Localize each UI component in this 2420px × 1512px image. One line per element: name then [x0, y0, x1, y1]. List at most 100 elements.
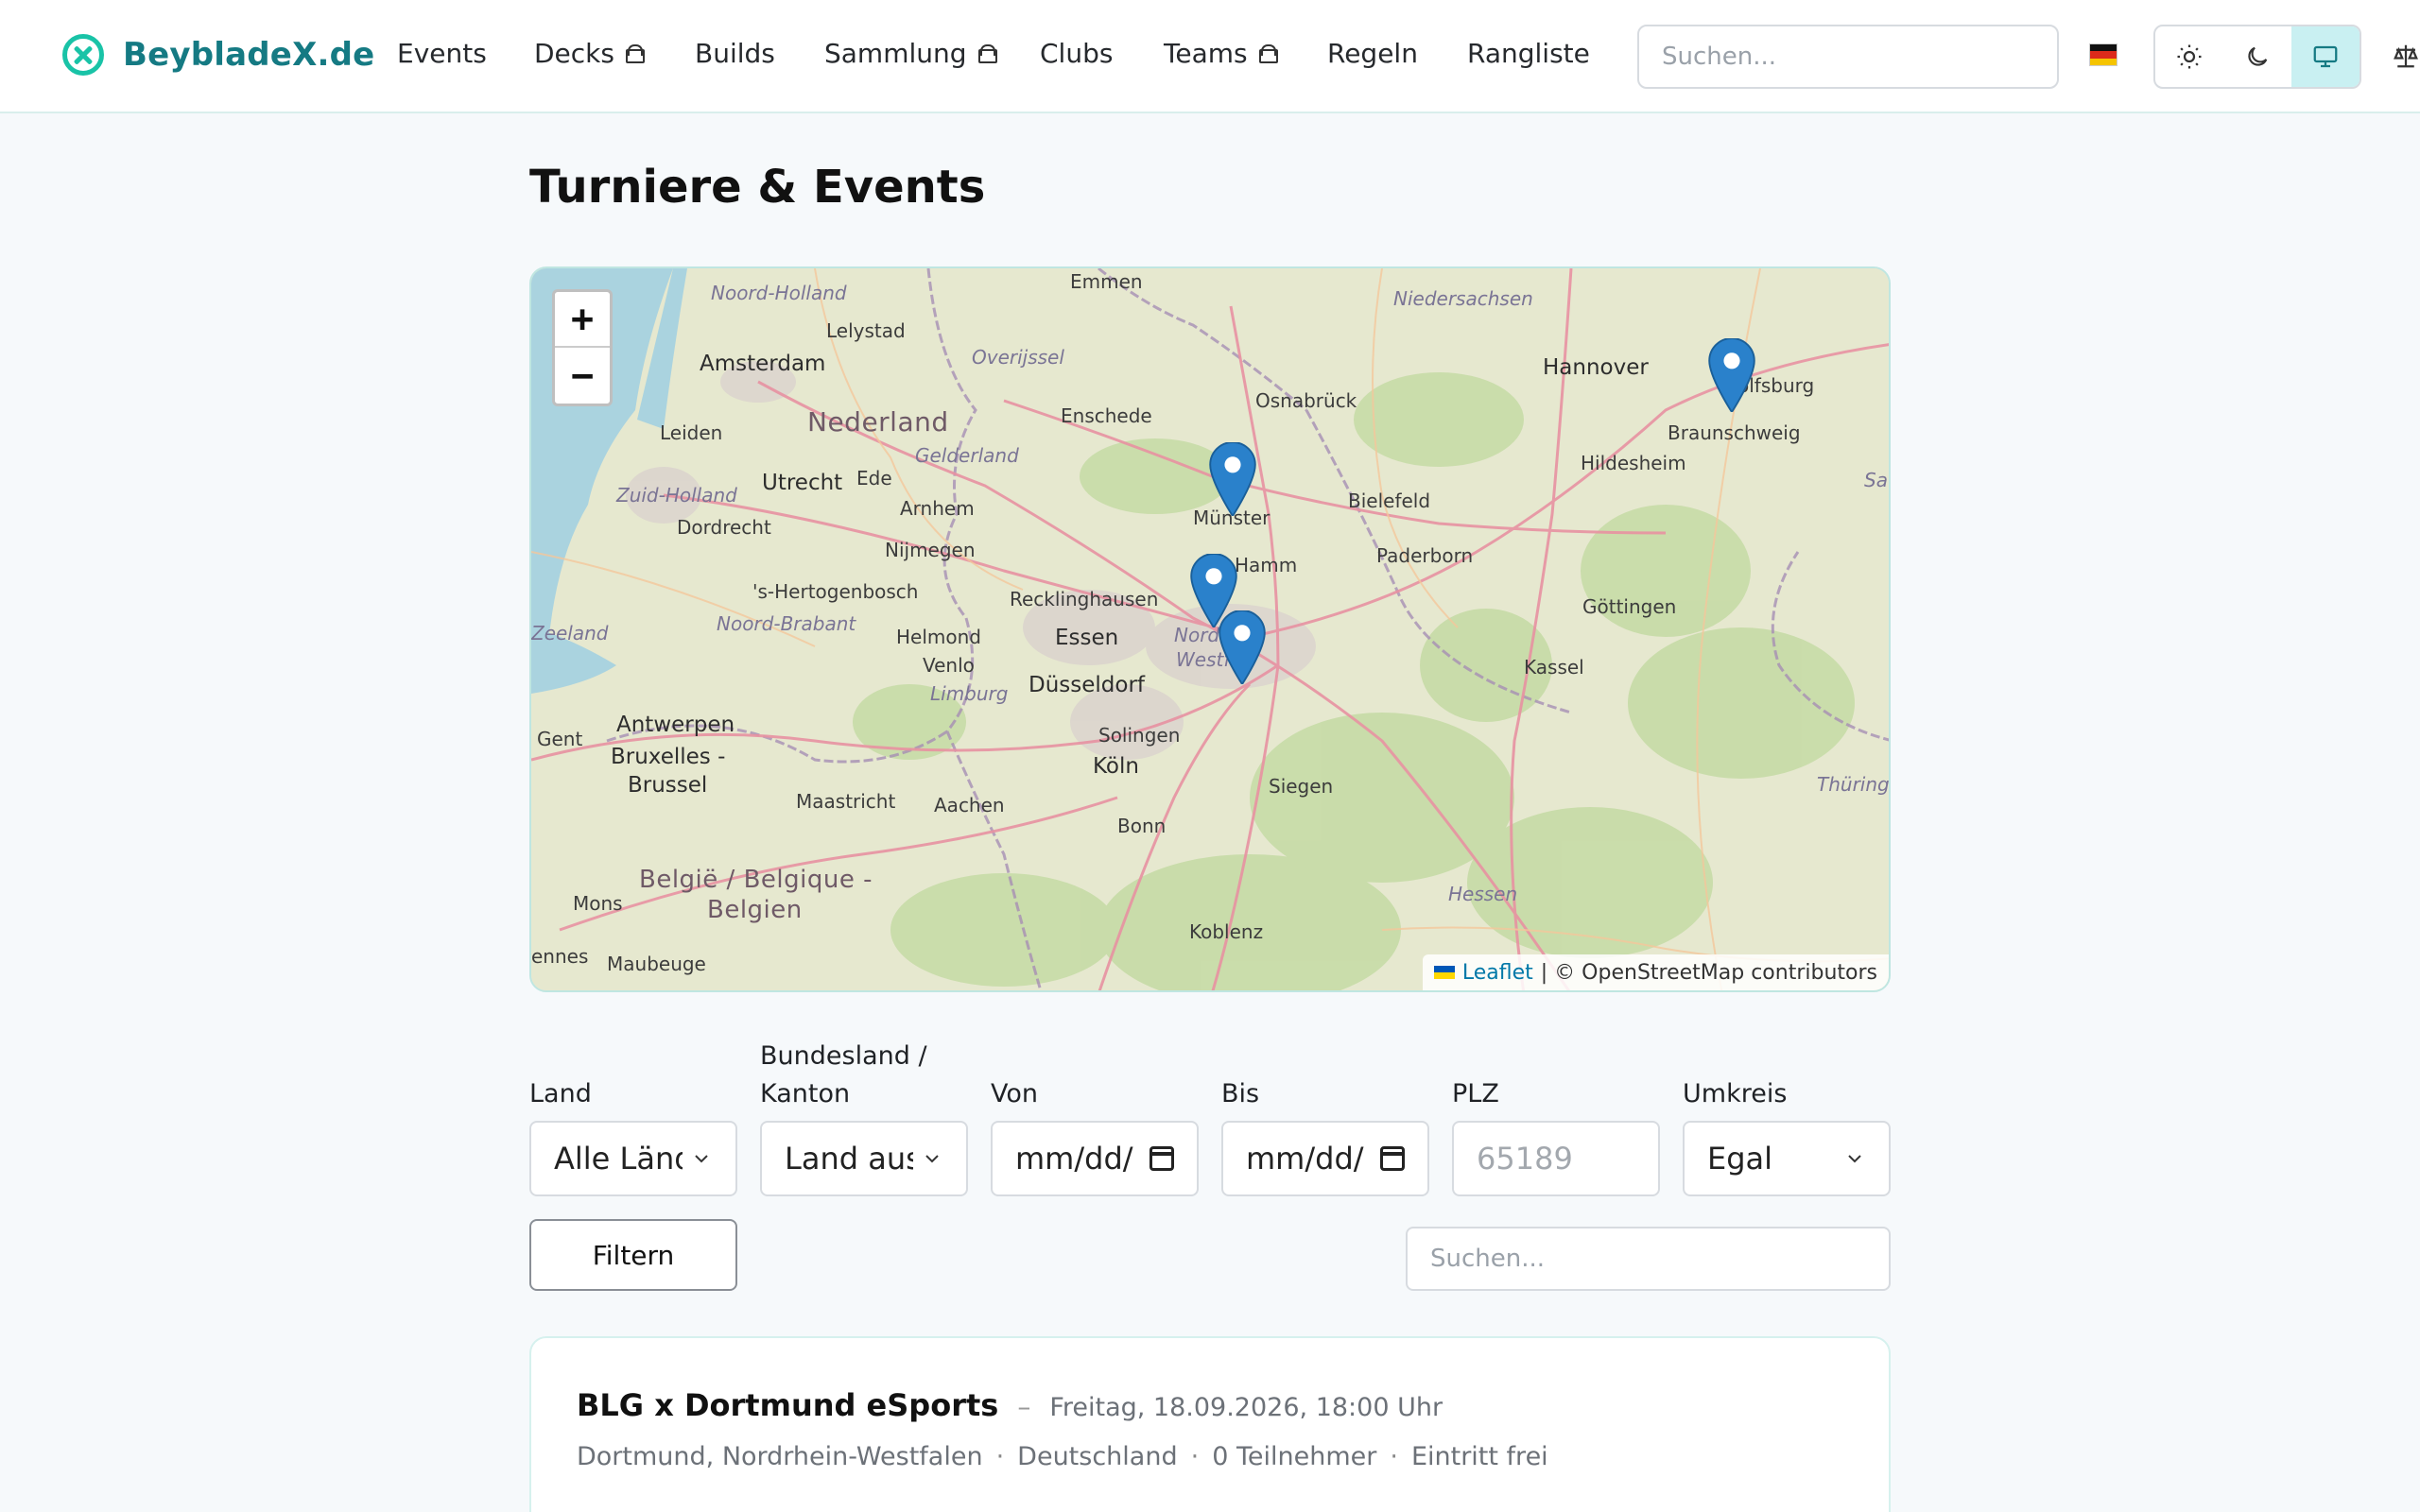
calendar-icon[interactable] — [1380, 1146, 1405, 1171]
event-card[interactable]: BLG x Dortmund eSports – Freitag, 18.09.… — [529, 1336, 1891, 1512]
map-label: Lelystad — [826, 319, 906, 342]
nav-label: Decks — [534, 38, 614, 69]
bundesland-label: Bundesland / Kanton — [760, 1041, 927, 1108]
map-label: Zuid-Holland — [616, 484, 737, 507]
event-date: Freitag, 18.09.2026, 18:00 Uhr — [1049, 1393, 1443, 1422]
umkreis-select-value: Egal — [1707, 1141, 1773, 1177]
map-label: Solingen — [1098, 724, 1181, 747]
nav-label: Regeln — [1327, 38, 1418, 69]
meta-dot: · — [1190, 1442, 1200, 1471]
nav-label: Builds — [695, 38, 775, 69]
map-label: Hessen — [1448, 883, 1518, 905]
nav-label: Events — [397, 38, 487, 69]
map-label: Bielefeld — [1348, 490, 1431, 512]
plz-input[interactable]: 65189 — [1452, 1121, 1660, 1196]
zoom-in-button[interactable]: + — [555, 292, 610, 348]
map-label: Helmond — [896, 626, 981, 648]
map-label: Hamm — [1235, 554, 1298, 576]
bis-date-input[interactable]: mm/dd/ — [1221, 1121, 1429, 1196]
nav-item-rangliste[interactable]: Rangliste — [1467, 38, 1590, 69]
plz-label: PLZ — [1452, 1079, 1499, 1108]
meta-dot: · — [995, 1442, 1005, 1471]
map-marker[interactable] — [1707, 338, 1756, 412]
map-label: Bruxelles - — [611, 745, 726, 769]
map-label: Recklinghausen — [1010, 588, 1159, 610]
meta-dot: · — [1390, 1442, 1398, 1471]
nav-item-events[interactable]: Events — [397, 38, 487, 69]
map-label: Venlo — [923, 654, 975, 677]
event-title-row: BLG x Dortmund eSports – Freitag, 18.09.… — [577, 1387, 1443, 1423]
map-label: Siegen — [1269, 775, 1334, 798]
event-country: Deutschland — [1017, 1442, 1178, 1471]
map-label: Hannover — [1543, 355, 1649, 380]
light-theme-button[interactable] — [2155, 26, 2223, 87]
map-label: Overijssel — [972, 346, 1064, 369]
event-separator: – — [1017, 1391, 1031, 1422]
calendar-icon[interactable] — [1150, 1146, 1174, 1171]
dark-theme-button[interactable] — [2223, 26, 2291, 87]
zoom-out-button[interactable]: − — [555, 348, 610, 404]
map-marker[interactable] — [1218, 610, 1267, 684]
nav-label: Teams — [1164, 38, 1248, 69]
von-label: Von — [991, 1079, 1039, 1108]
header-search-input[interactable] — [1637, 25, 2059, 89]
nav-item-builds[interactable]: Builds — [695, 38, 775, 69]
map-label: Hildesheim — [1581, 452, 1686, 474]
map-label: Nijmegen — [885, 539, 976, 561]
map-zoom-control: + − — [552, 289, 613, 406]
nav-item-sammlung[interactable]: Sammlung — [824, 38, 997, 69]
chevron-down-icon — [925, 1155, 939, 1163]
map-label: Paderborn — [1376, 544, 1474, 567]
nav-item-teams[interactable]: Teams — [1164, 38, 1278, 69]
main-nav: Events Decks Builds Sammlung Clubs Teams… — [0, 0, 1607, 113]
sun-icon — [2177, 44, 2202, 69]
language-flag-de[interactable] — [2089, 43, 2118, 66]
map-marker[interactable] — [1208, 442, 1257, 516]
plz-placeholder: 65189 — [1477, 1141, 1573, 1177]
map-label: Köln — [1093, 754, 1139, 779]
map-label: Braunschweig — [1668, 421, 1801, 444]
land-select[interactable]: Alle Länder — [529, 1121, 737, 1196]
map-label: Maastricht — [796, 790, 896, 813]
map-label: Enschede — [1061, 404, 1152, 427]
event-search-input[interactable] — [1406, 1227, 1891, 1291]
bundesland-select[interactable]: Land auswählen — [760, 1121, 968, 1196]
event-map[interactable]: Noord-Holland Lelystad Amsterdam Overijs… — [529, 266, 1891, 992]
lock-icon — [1258, 43, 1278, 63]
map-label: Göttingen — [1582, 595, 1677, 618]
filter-button[interactable]: Filtern — [529, 1219, 737, 1291]
nav-item-clubs[interactable]: Clubs — [1040, 38, 1113, 69]
map-label: Utrecht — [762, 471, 843, 495]
map-label: Antwerpen — [616, 713, 735, 737]
bis-date-value: mm/dd/ — [1246, 1141, 1364, 1177]
event-meta: Dortmund, Nordrhein-Westfalen · Deutschl… — [577, 1442, 1548, 1471]
map-label: Emmen — [1070, 270, 1143, 293]
map-label: België / Belgique - — [639, 866, 873, 894]
von-date-input[interactable]: mm/dd/ — [991, 1121, 1199, 1196]
event-title[interactable]: BLG x Dortmund eSports — [577, 1387, 998, 1423]
map-label: Gent — [537, 728, 583, 750]
map-label: 's-Hertogenbosch — [752, 580, 919, 603]
chevron-down-icon — [695, 1155, 708, 1163]
umkreis-label: Umkreis — [1683, 1079, 1788, 1108]
map-label: Ede — [856, 467, 892, 490]
map-label: Aachen — [934, 794, 1005, 816]
event-entry: Eintritt frei — [1410, 1442, 1548, 1471]
scale-icon[interactable] — [2392, 40, 2420, 72]
nav-item-decks[interactable]: Decks — [534, 38, 645, 69]
leaflet-link[interactable]: Leaflet — [1462, 961, 1533, 985]
osm-attribution-text: | © OpenStreetMap contributors — [1540, 960, 1877, 985]
system-theme-button[interactable] — [2291, 26, 2360, 87]
land-select-value: Alle Länder — [554, 1141, 683, 1177]
map-label: Thüring — [1817, 773, 1890, 796]
theme-switcher — [2153, 25, 2361, 89]
map-label: Gelderland — [915, 444, 1019, 467]
page-title: Turniere & Events — [529, 161, 986, 214]
map-label: Osnabrück — [1255, 389, 1357, 412]
map-label: Limburg — [930, 682, 1009, 705]
top-navbar: BeybladeX.de Events Decks Builds Sammlun… — [0, 0, 2420, 113]
umkreis-select[interactable]: Egal — [1683, 1121, 1891, 1196]
lock-icon — [977, 43, 997, 63]
nav-item-regeln[interactable]: Regeln — [1327, 38, 1418, 69]
monitor-icon — [2313, 45, 2338, 68]
